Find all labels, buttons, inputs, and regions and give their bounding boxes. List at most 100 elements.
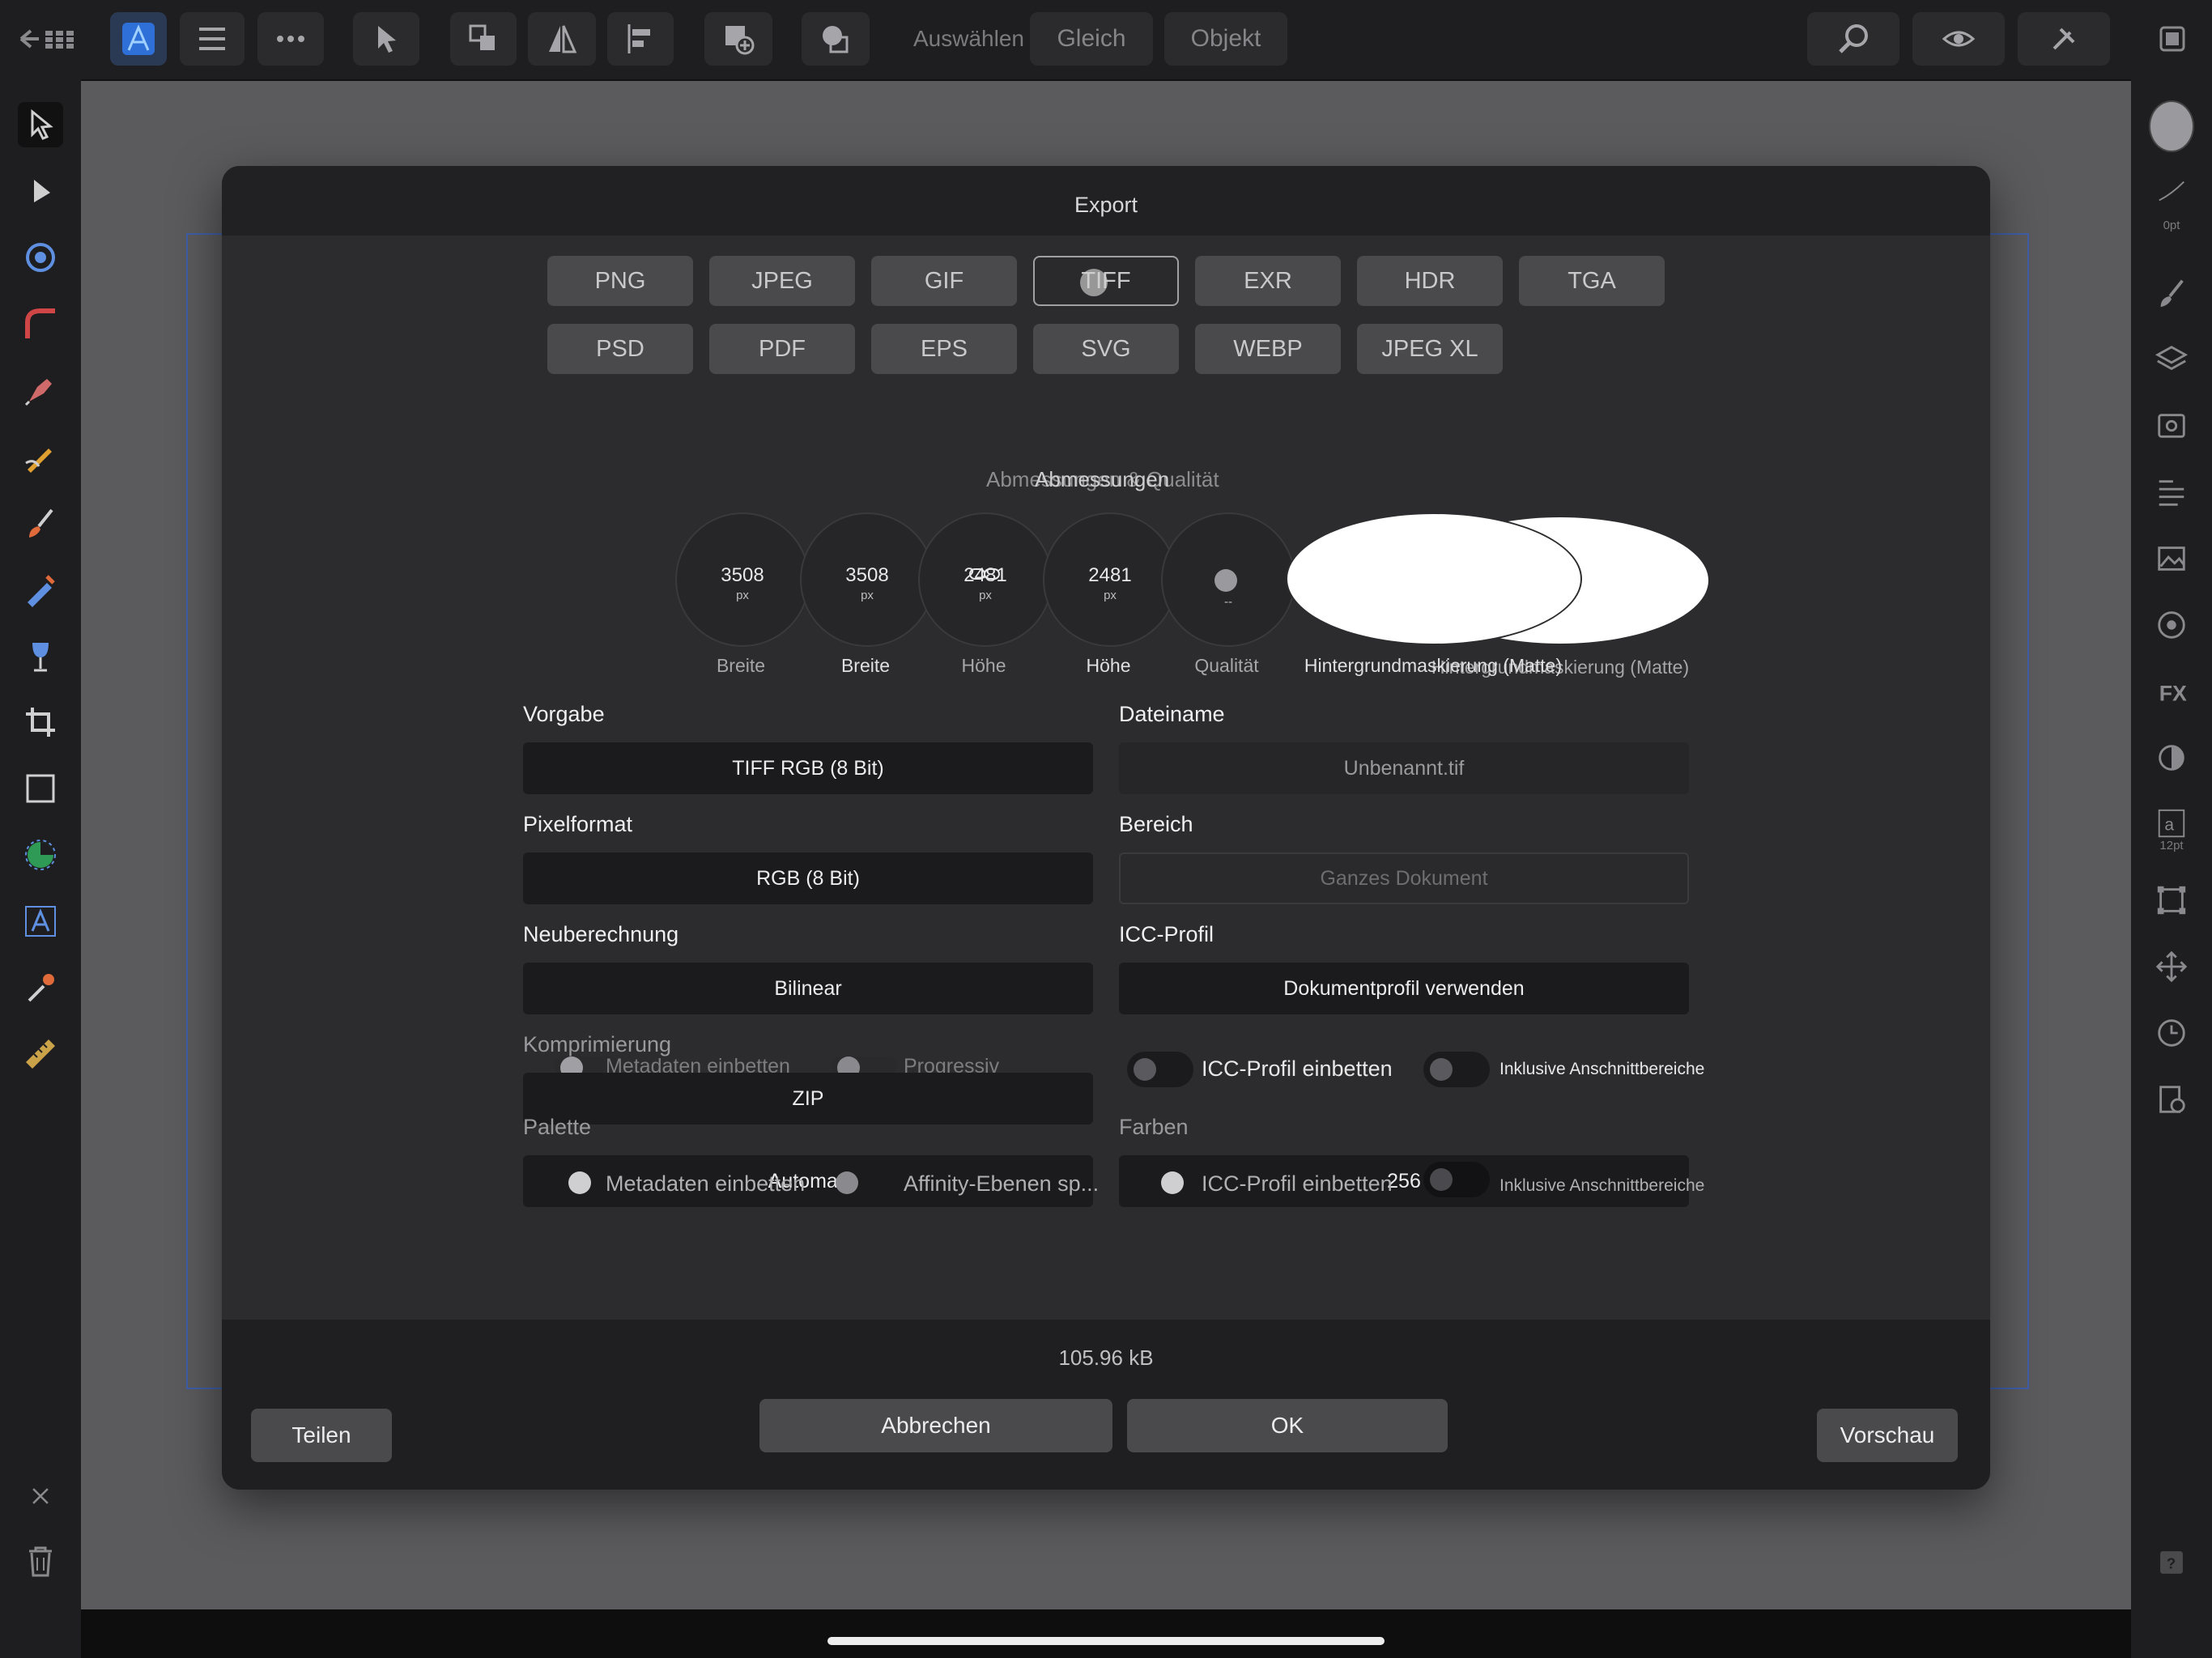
- move-arrows-icon: [2155, 950, 2188, 983]
- icc-profile-dropdown[interactable]: Dokumentprofil verwenden: [1119, 963, 1689, 1014]
- cancel-button[interactable]: Abbrechen: [759, 1399, 1112, 1452]
- svg-text:a: a: [2164, 816, 2174, 835]
- text-tool[interactable]: [18, 899, 63, 944]
- format-webp-button[interactable]: WEBP: [1195, 324, 1341, 374]
- select-same-button[interactable]: Gleich: [1030, 12, 1153, 66]
- navigate-panel-button[interactable]: [2149, 944, 2194, 989]
- effects-panel-button[interactable]: [2149, 403, 2194, 449]
- format-png-button[interactable]: PNG: [547, 256, 693, 306]
- preset-dropdown[interactable]: TIFF RGB (8 Bit): [523, 742, 1093, 794]
- settings-panel-button[interactable]: [2149, 1077, 2194, 1122]
- move-tool-toggle-button[interactable]: [353, 12, 419, 66]
- layers-panel-button[interactable]: [2149, 337, 2194, 382]
- format-jpegxl-button[interactable]: JPEG XL: [1357, 324, 1503, 374]
- preview-button[interactable]: Vorschau: [1817, 1409, 1958, 1462]
- format-gif-button[interactable]: GIF: [871, 256, 1017, 306]
- save-affinity-layers-label: Affinity-Ebenen sp...: [904, 1171, 1100, 1196]
- format-jpeg-button[interactable]: JPEG: [709, 256, 855, 306]
- quality-label: Qualität: [1194, 655, 1259, 676]
- zoom-button[interactable]: [1807, 12, 1899, 66]
- crop-tool[interactable]: [18, 699, 63, 745]
- area-dropdown[interactable]: Ganzes Dokument: [1119, 852, 1689, 904]
- stroke-panel-button[interactable]: [2149, 168, 2194, 214]
- corner-tool[interactable]: [18, 301, 63, 346]
- shape-tool[interactable]: [18, 832, 63, 878]
- fill-tool[interactable]: [18, 633, 63, 678]
- close-tools-button[interactable]: [18, 1473, 63, 1519]
- quality-dial[interactable]: --: [1161, 512, 1295, 647]
- stroke-line-icon: [2159, 181, 2184, 202]
- help-question-icon: ?: [2160, 1551, 2183, 1574]
- arrange-button[interactable]: [450, 12, 517, 66]
- character-a-icon: a: [2158, 809, 2185, 838]
- text-size-readout: 12pt: [2159, 839, 2184, 852]
- help-button[interactable]: ?: [2149, 1540, 2194, 1585]
- navigator-panel-button[interactable]: [2149, 602, 2194, 648]
- select-object-button[interactable]: Objekt: [1164, 12, 1287, 66]
- layers-icon: [2155, 346, 2189, 371]
- compression-dropdown[interactable]: ZIP: [523, 1073, 1093, 1124]
- more-button[interactable]: [257, 12, 324, 66]
- text-styles-panel-button[interactable]: [2149, 470, 2194, 515]
- pixel-format-dropdown[interactable]: RGB (8 Bit): [523, 852, 1093, 904]
- format-exr-button[interactable]: EXR: [1195, 256, 1341, 306]
- format-hdr-button[interactable]: HDR: [1357, 256, 1503, 306]
- vector-brush-tool[interactable]: [18, 567, 63, 612]
- assets-panel-button[interactable]: [2149, 536, 2194, 581]
- contour-tool[interactable]: [18, 235, 63, 280]
- adjustments-panel-button[interactable]: [2149, 735, 2194, 780]
- filename-input[interactable]: Unbenannt.tif: [1119, 742, 1689, 794]
- pen-nib-icon: [24, 379, 52, 406]
- pen-tool[interactable]: [18, 368, 63, 413]
- measure-tool[interactable]: [18, 1031, 63, 1077]
- ruler-icon: [26, 1039, 55, 1069]
- move-tool[interactable]: [18, 102, 63, 147]
- share-button[interactable]: Teilen: [251, 1409, 392, 1462]
- touch-indicator: [1080, 269, 1108, 296]
- boolean-button[interactable]: [802, 12, 870, 66]
- fx-panel-button[interactable]: FX: [2149, 669, 2194, 714]
- embed-metadata-knob[interactable]: [568, 1171, 591, 1194]
- studio-toggle-button[interactable]: [2146, 12, 2199, 66]
- format-psd-button[interactable]: PSD: [547, 324, 693, 374]
- height-dial-duplicate[interactable]: 2481 px: [1043, 512, 1177, 647]
- format-svg-button[interactable]: SVG: [1033, 324, 1179, 374]
- brushes-panel-button[interactable]: [2149, 270, 2194, 316]
- background-matte-swatch[interactable]: [1286, 512, 1582, 645]
- width-dial-duplicate[interactable]: 3508 px: [800, 512, 934, 647]
- delete-button[interactable]: [18, 1538, 63, 1584]
- color-swatch-button[interactable]: [2149, 100, 2194, 152]
- ok-button[interactable]: OK: [1127, 1399, 1448, 1452]
- history-panel-button[interactable]: [2149, 1010, 2194, 1056]
- pencil-tool[interactable]: [18, 434, 63, 479]
- embed-icc-toggle[interactable]: [1127, 1052, 1193, 1087]
- brush-tool[interactable]: [18, 500, 63, 546]
- flip-button[interactable]: [528, 12, 596, 66]
- insert-button[interactable]: [704, 12, 772, 66]
- home-indicator[interactable]: [827, 1637, 1385, 1645]
- color-picker-tool[interactable]: [18, 965, 63, 1010]
- crop-icon: [26, 708, 55, 737]
- width-dial[interactable]: 3508 px: [675, 512, 810, 647]
- snapping-button[interactable]: [2018, 12, 2110, 66]
- height-dial[interactable]: 2481 px: [918, 512, 1053, 647]
- back-to-home-button[interactable]: [11, 12, 89, 66]
- transform-panel-button[interactable]: [2149, 878, 2194, 923]
- designer-persona-button[interactable]: [110, 12, 167, 66]
- rectangle-tool[interactable]: [18, 766, 63, 811]
- node-tool[interactable]: [18, 168, 63, 214]
- include-bleed-toggle-faded[interactable]: [1423, 1162, 1490, 1197]
- view-mode-button[interactable]: [1912, 12, 2005, 66]
- resample-dropdown[interactable]: Bilinear: [523, 963, 1093, 1014]
- format-eps-button[interactable]: EPS: [871, 324, 1017, 374]
- dialog-footer: 105.96 kB Teilen Abbrechen OK Vorschau: [222, 1320, 1990, 1490]
- format-tga-button[interactable]: TGA: [1519, 256, 1665, 306]
- align-button[interactable]: [607, 12, 674, 66]
- include-bleed-toggle[interactable]: [1423, 1052, 1490, 1087]
- save-affinity-layers-knob[interactable]: [836, 1171, 858, 1194]
- format-tiff-button[interactable]: TIFF: [1033, 256, 1179, 306]
- format-pdf-button[interactable]: PDF: [709, 324, 855, 374]
- compression-label: Komprimierung: [523, 1032, 672, 1056]
- menu-button[interactable]: [180, 12, 245, 66]
- embed-icc-knob-faded[interactable]: [1161, 1171, 1184, 1194]
